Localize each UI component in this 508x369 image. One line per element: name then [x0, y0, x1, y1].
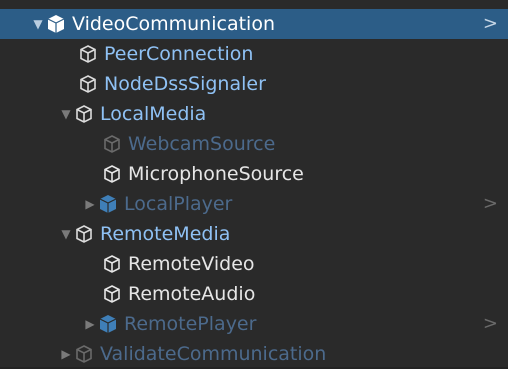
hierarchy-item-peerconnection[interactable]: PeerConnection: [0, 39, 508, 69]
gameobject-icon: [78, 74, 98, 94]
gameobject-icon: [74, 344, 94, 364]
hierarchy-item-label: RemoteVideo: [128, 253, 255, 275]
hierarchy-item-label: RemotePlayer: [124, 313, 257, 335]
gameobject-icon: [78, 44, 98, 64]
hierarchy-item-validatecommunication[interactable]: ▶ ValidateCommunication: [0, 339, 508, 369]
hierarchy-item-label: LocalMedia: [100, 103, 207, 125]
gameobject-icon: [74, 224, 94, 244]
hierarchy-item-label: MicrophoneSource: [128, 163, 304, 185]
hierarchy-item-remotemedia[interactable]: ▼ RemoteMedia: [0, 219, 508, 249]
expand-arrow-icon[interactable]: ▼: [58, 106, 74, 122]
hierarchy-item-microphonesource[interactable]: MicrophoneSource: [0, 159, 508, 189]
hierarchy-item-localmedia[interactable]: ▼ LocalMedia: [0, 99, 508, 129]
hierarchy-item-label: WebcamSource: [128, 133, 276, 155]
hierarchy-item-label: LocalPlayer: [124, 193, 233, 215]
hierarchy-item-remotevideo[interactable]: RemoteVideo: [0, 249, 508, 279]
expand-arrow-icon[interactable]: ▼: [30, 16, 46, 32]
gameobject-icon: [74, 104, 94, 124]
chevron-right-icon[interactable]: >: [483, 189, 498, 219]
collapse-arrow-icon[interactable]: ▶: [82, 196, 98, 212]
hierarchy-item-localplayer[interactable]: ▶ LocalPlayer >: [0, 189, 508, 219]
gameobject-icon: [102, 164, 122, 184]
gameobject-icon: [102, 284, 122, 304]
hierarchy-item-videocommunication[interactable]: ▼ VideoCommunication >: [0, 9, 508, 39]
hierarchy-item-label: NodeDssSignaler: [104, 73, 266, 95]
collapse-arrow-icon[interactable]: ▶: [58, 346, 74, 362]
prefab-icon: [46, 14, 66, 34]
hierarchy-item-remoteaudio[interactable]: RemoteAudio: [0, 279, 508, 309]
chevron-right-icon[interactable]: >: [483, 309, 498, 339]
chevron-right-icon[interactable]: >: [483, 9, 498, 39]
hierarchy-item-label: VideoCommunication: [72, 13, 275, 35]
hierarchy-item-label: ValidateCommunication: [100, 343, 327, 365]
collapse-arrow-icon[interactable]: ▶: [82, 316, 98, 332]
hierarchy-item-nodedsssignaler[interactable]: NodeDssSignaler: [0, 69, 508, 99]
prefab-icon: [98, 314, 118, 334]
gameobject-icon: [102, 134, 122, 154]
hierarchy-item-label: RemoteAudio: [128, 283, 256, 305]
expand-arrow-icon[interactable]: ▼: [58, 226, 74, 242]
hierarchy-item-label: RemoteMedia: [100, 223, 231, 245]
hierarchy-item-webcamsource[interactable]: WebcamSource: [0, 129, 508, 159]
hierarchy-item-label: PeerConnection: [104, 43, 254, 65]
hierarchy-panel: ▼ VideoCommunication > PeerConnection No…: [0, 0, 508, 367]
hierarchy-item-remoteplayer[interactable]: ▶ RemotePlayer >: [0, 309, 508, 339]
prefab-icon: [98, 194, 118, 214]
gameobject-icon: [102, 254, 122, 274]
